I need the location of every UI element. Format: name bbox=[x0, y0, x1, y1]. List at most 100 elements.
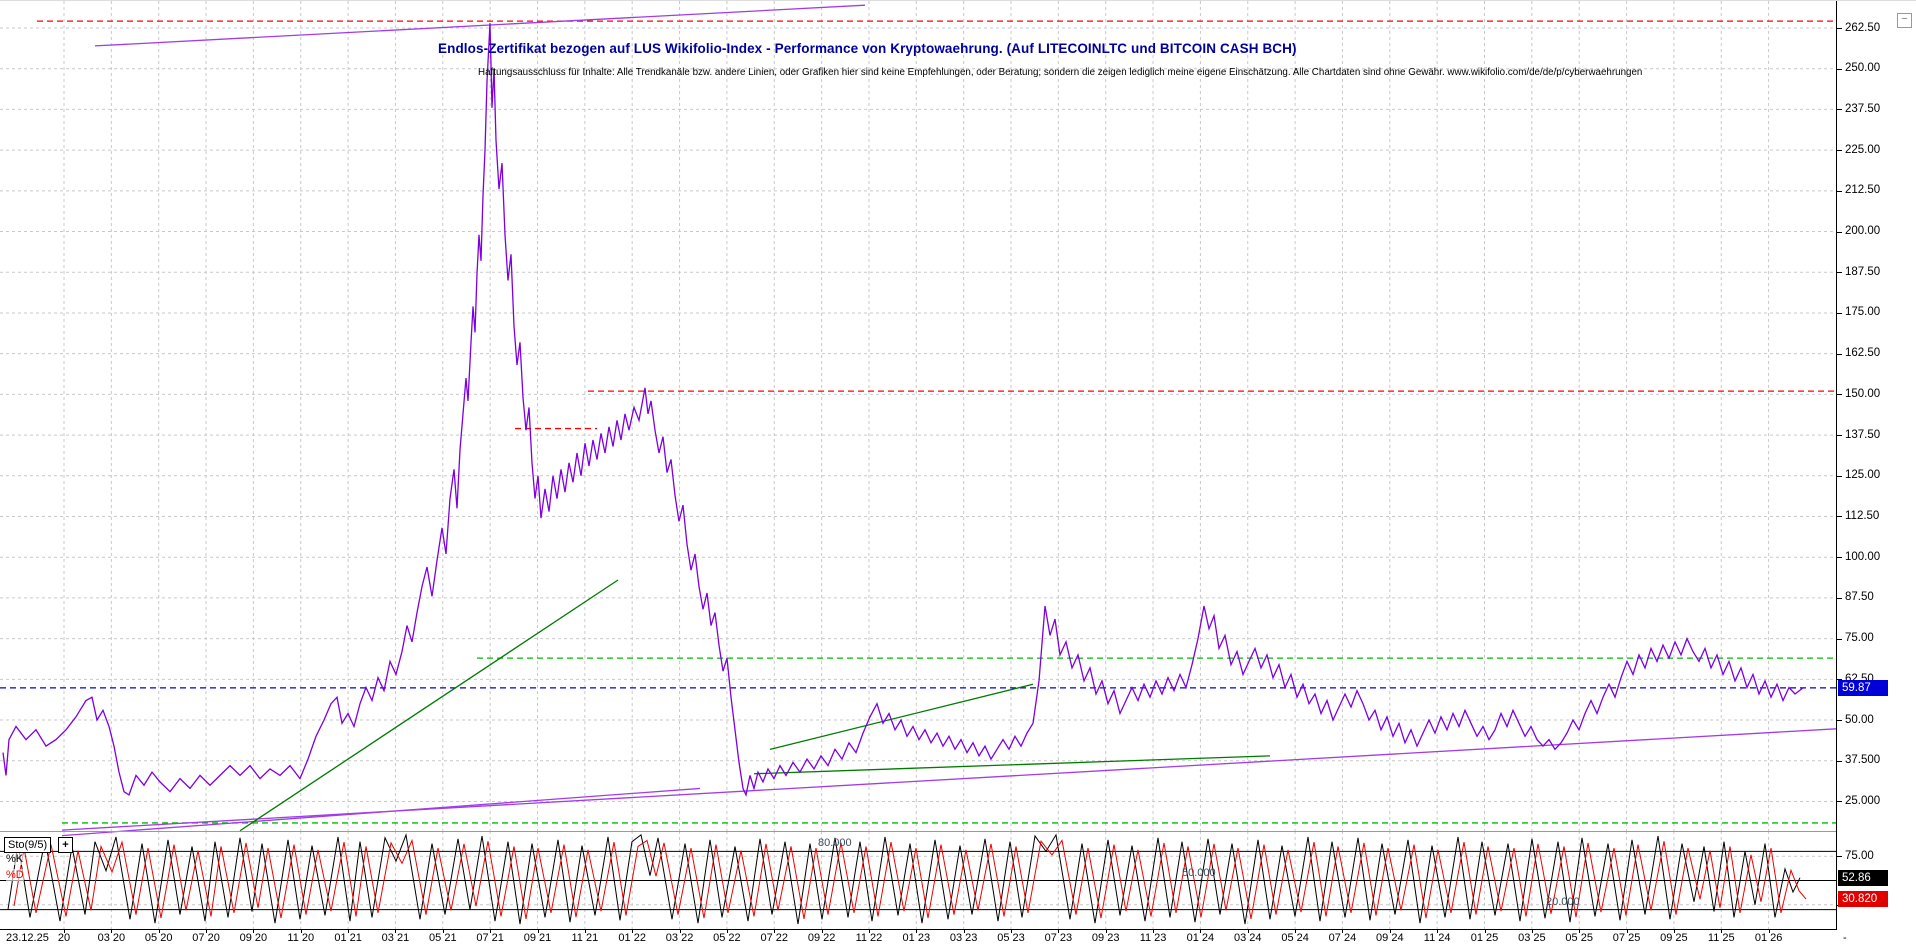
y-axis-label: 250.00 bbox=[1845, 62, 1881, 75]
x-axis-label: 05 24 bbox=[1281, 932, 1309, 944]
y-axis-label: 50.00 bbox=[1845, 713, 1874, 726]
y-tick bbox=[1837, 638, 1842, 640]
x-tick bbox=[868, 929, 870, 933]
x-tick bbox=[1673, 929, 1675, 933]
x-axis-label: 11 24 bbox=[1423, 932, 1451, 944]
x-axis-label: 09 20 bbox=[239, 932, 268, 944]
x-axis-label: 07 25 bbox=[1612, 932, 1641, 944]
y-tick bbox=[1837, 150, 1842, 152]
y-tick bbox=[1837, 856, 1842, 858]
x-tick bbox=[821, 929, 823, 933]
y-axis-label: 37.500 bbox=[1845, 754, 1881, 767]
x-tick bbox=[300, 929, 302, 933]
y-tick bbox=[1837, 760, 1842, 762]
x-axis-label: 05 21 bbox=[429, 932, 457, 944]
x-tick bbox=[253, 929, 255, 933]
green-trend-2022 bbox=[769, 683, 1034, 750]
y-axis-label: 237.50 bbox=[1845, 102, 1881, 115]
x-tick bbox=[1011, 929, 1012, 933]
y-axis-label: 100.00 bbox=[1845, 550, 1881, 563]
x-tick bbox=[1105, 929, 1107, 933]
y-tick bbox=[1837, 28, 1842, 29]
stoch-d-marker: 30.820 bbox=[1838, 891, 1888, 908]
y-tick bbox=[1837, 801, 1842, 803]
x-axis-label: 11 21 bbox=[571, 932, 599, 944]
x-axis-label: 07 24 bbox=[1328, 932, 1357, 944]
x-axis-label: 09 22 bbox=[807, 932, 836, 944]
y-axis-label: 262.50 bbox=[1845, 21, 1881, 34]
x-tick bbox=[774, 929, 776, 933]
x-tick bbox=[111, 929, 113, 933]
y-axis: − 262.50 250.00 237.50 225.00 212.50 200.00 18… bbox=[1836, 1, 1916, 949]
minimize-icon[interactable]: − bbox=[1897, 13, 1912, 28]
x-axis-label: 03 24 bbox=[1233, 932, 1262, 944]
y-tick bbox=[1837, 394, 1842, 396]
x-tick bbox=[1389, 929, 1391, 933]
x-tick bbox=[206, 929, 208, 933]
y-tick bbox=[1837, 312, 1842, 314]
x-tick bbox=[348, 929, 350, 933]
x-tick bbox=[584, 929, 586, 933]
y-axis-label: 75.00 bbox=[1845, 632, 1874, 645]
x-tick bbox=[1721, 929, 1723, 933]
x-tick bbox=[916, 929, 918, 933]
x-axis-label: 07 23 bbox=[1044, 932, 1073, 944]
y-axis-label: 212.50 bbox=[1845, 184, 1881, 197]
x-axis-label: 03 25 bbox=[1518, 932, 1546, 944]
stoch-level-label: 20.000 bbox=[1546, 895, 1580, 908]
x-tick bbox=[1295, 929, 1297, 933]
y-axis-label: 162.50 bbox=[1845, 347, 1881, 360]
x-axis-label: 03 22 bbox=[665, 932, 694, 944]
indicator-add-icon[interactable]: + bbox=[58, 837, 73, 853]
x-axis-label: 11 23 bbox=[1139, 932, 1167, 944]
chart-window: Endlos-Zertifikat bezogen auf LUS Wikifo… bbox=[0, 0, 1916, 949]
x-tick bbox=[158, 929, 160, 933]
x-axis-label: 05 23 bbox=[997, 932, 1025, 944]
x-axis-label: 05 22 bbox=[713, 932, 741, 944]
x-axis-label: 11 20 bbox=[287, 932, 315, 944]
stoch-level-label: 50.000 bbox=[1182, 866, 1216, 879]
k-line-label: %K bbox=[6, 853, 24, 865]
y-axis-label: 150.00 bbox=[1845, 387, 1881, 400]
y-tick bbox=[1837, 597, 1842, 599]
stoch-d-line bbox=[13, 838, 1807, 919]
stoch-axis-label: 75.00 bbox=[1845, 849, 1874, 862]
x-tick bbox=[1247, 929, 1249, 933]
x-tick bbox=[1484, 929, 1486, 933]
y-axis-label: 175.00 bbox=[1845, 306, 1881, 319]
violet-resistance-trend bbox=[94, 4, 866, 47]
x-axis-label: 09 25 bbox=[1660, 932, 1688, 944]
y-axis-label: 112.50 bbox=[1845, 509, 1880, 522]
y-axis-label: 200.00 bbox=[1845, 225, 1881, 238]
x-axis-label: 01 21 bbox=[334, 932, 362, 944]
y-tick bbox=[1837, 68, 1842, 70]
y-tick bbox=[1837, 272, 1842, 274]
stoch-level-label: 80.000 bbox=[818, 837, 852, 850]
x-axis-label: 07 20 bbox=[192, 932, 220, 944]
y-axis-label: 87.50 bbox=[1845, 591, 1874, 604]
x-tick bbox=[395, 929, 397, 933]
green-trend-2020 bbox=[239, 579, 619, 832]
x-axis-label: 03 20 bbox=[97, 932, 126, 944]
y-tick bbox=[1837, 516, 1842, 518]
x-axis-label: 09 21 bbox=[523, 932, 552, 944]
stoch-k-marker: 52.86 bbox=[1838, 869, 1888, 886]
y-tick bbox=[1837, 475, 1842, 477]
x-axis-label: 09 23 bbox=[1091, 932, 1120, 944]
x-tick bbox=[963, 929, 965, 933]
x-axis-label: 11 22 bbox=[855, 932, 883, 944]
x-tick bbox=[726, 929, 728, 933]
x-axis-label: 07 22 bbox=[760, 932, 789, 944]
y-tick bbox=[1837, 231, 1842, 233]
x-axis-label: 20 bbox=[57, 932, 71, 944]
x-tick bbox=[64, 929, 65, 933]
x-axis-end-dash: - bbox=[1843, 932, 1847, 944]
indicator-label[interactable]: Sto(9/5) bbox=[4, 837, 52, 853]
x-tick bbox=[537, 929, 539, 933]
y-tick bbox=[1837, 190, 1842, 192]
x-axis: 23.12.25 20 03 20 05 20 07 20 09 20 11 20 01 2… bbox=[0, 929, 1916, 949]
violet-support-trend-2 bbox=[61, 787, 701, 837]
y-axis-label: 125.00 bbox=[1845, 469, 1881, 482]
y-tick bbox=[1837, 353, 1842, 355]
x-axis-label: 05 20 bbox=[144, 932, 173, 944]
